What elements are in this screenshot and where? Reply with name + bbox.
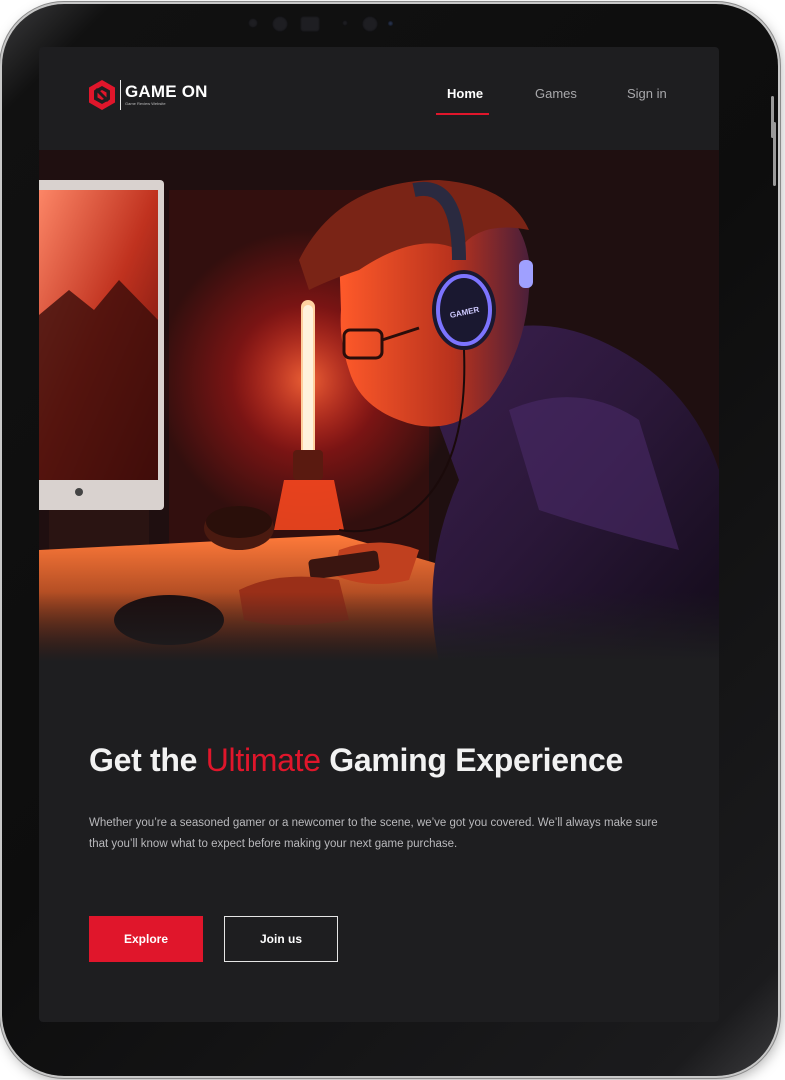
camera-lens-icon [362, 16, 378, 32]
hero-description: Whether you’re a seasoned gamer or a new… [89, 817, 658, 850]
headline-part-1: Get the [89, 742, 206, 778]
explore-button[interactable]: Explore [89, 916, 203, 962]
nav-links: Home Games Sign in [39, 86, 719, 116]
active-nav-indicator [436, 113, 489, 115]
sensor-dot [300, 16, 320, 32]
headline-accent: Ultimate [205, 742, 321, 778]
tablet-frame: GAME ON Game Review Website Home Games S… [2, 4, 778, 1076]
top-nav: GAME ON Game Review Website Home Games S… [39, 47, 719, 147]
side-button [773, 122, 776, 186]
sensor-dot [248, 18, 258, 28]
hero-fade [39, 592, 719, 662]
camera-bar [242, 14, 402, 34]
camera-lens-icon [272, 16, 288, 32]
gamer-illustration: GAMER [39, 150, 719, 662]
nav-item-sign-in[interactable]: Sign in [627, 86, 667, 101]
hero-headline: Get the Ultimate Gaming Experience [89, 742, 623, 779]
hero-image: GAMER [39, 150, 719, 662]
nav-item-home[interactable]: Home [447, 86, 483, 101]
sensor-dot [342, 20, 348, 26]
headline-part-2: Gaming Experience [320, 742, 623, 778]
join-us-button[interactable]: Join us [224, 916, 338, 962]
sensor-dot [388, 21, 393, 26]
app-screen: GAME ON Game Review Website Home Games S… [39, 47, 719, 1022]
nav-item-games[interactable]: Games [535, 86, 577, 101]
